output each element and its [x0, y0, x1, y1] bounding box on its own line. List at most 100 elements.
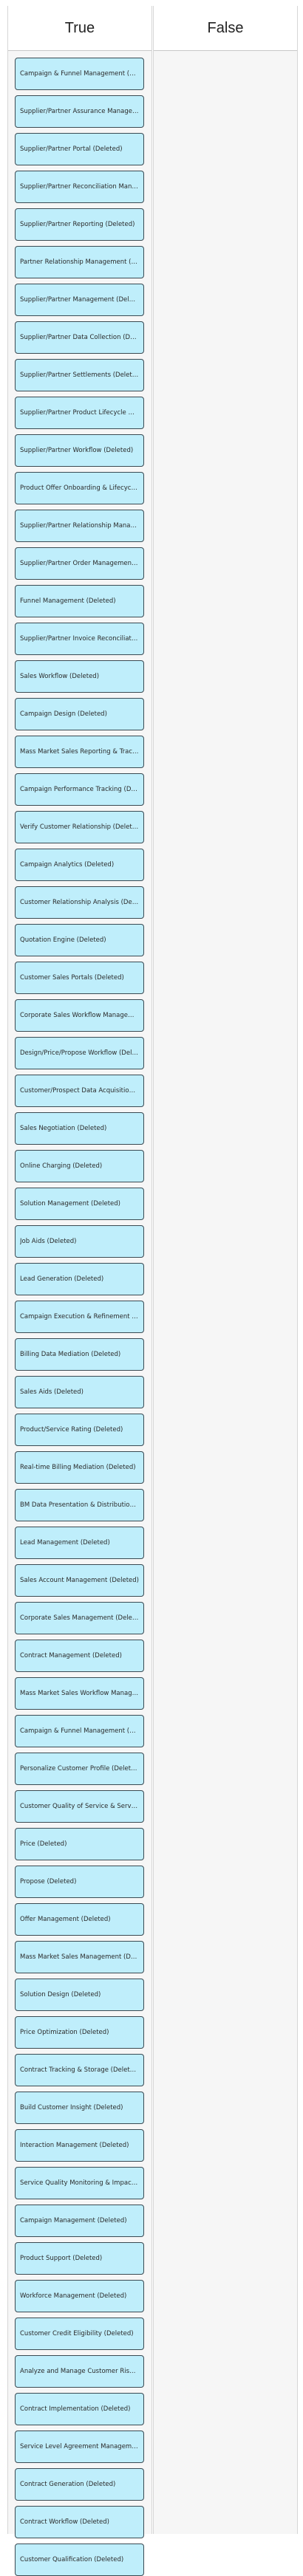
card-label: Campaign Performance Tracking (Deleted) [20, 786, 139, 793]
card[interactable]: Customer/Prospect Data Acquisition (Dele… [15, 1075, 144, 1107]
card-label: Supplier/Partner Reconciliation Manageme… [20, 183, 139, 191]
card[interactable]: Price Optimization (Deleted) [15, 2016, 144, 2049]
card[interactable]: Campaign Execution & Refinement (Deleted… [15, 1301, 144, 1333]
card[interactable]: Supplier/Partner Reconciliation Manageme… [15, 171, 144, 203]
card-label: Design/Price/Propose Workflow (Deleted) [20, 1049, 139, 1057]
card[interactable]: Campaign Management (Deleted) [15, 2205, 144, 2237]
card[interactable]: Campaign Design (Deleted) [15, 698, 144, 730]
card[interactable]: Supplier/Partner Reporting (Deleted) [15, 208, 144, 241]
card-label: Customer Credit Eligibility (Deleted) [20, 2330, 134, 2337]
card[interactable]: Contract Management (Deleted) [15, 1640, 144, 1672]
card[interactable]: Supplier/Partner Product Lifecycle Manag… [15, 397, 144, 429]
card-label: Supplier/Partner Settlements (Deleted) [20, 371, 139, 379]
card[interactable]: Verify Customer Relationship (Deleted) [15, 811, 144, 843]
card[interactable]: Funnel Management (Deleted) [15, 585, 144, 617]
card[interactable]: Mass Market Sales Reporting & Tracking (… [15, 736, 144, 768]
card[interactable]: Real-time Billing Mediation (Deleted) [15, 1451, 144, 1484]
card[interactable]: Propose (Deleted) [15, 1866, 144, 1898]
card[interactable]: Job Aids (Deleted) [15, 1225, 144, 1258]
card[interactable]: Workforce Management (Deleted) [15, 2280, 144, 2312]
card[interactable]: Price (Deleted) [15, 1828, 144, 1860]
card[interactable]: Service Quality Monitoring & Impact Anal… [15, 2167, 144, 2199]
card[interactable]: Sales Negotiation (Deleted) [15, 1112, 144, 1145]
card[interactable]: Solution Management (Deleted) [15, 1188, 144, 1220]
card[interactable]: Interaction Management (Deleted) [15, 2129, 144, 2162]
card[interactable]: Campaign & Funnel Management (Deleted) [15, 1715, 144, 1747]
card[interactable]: Supplier/Partner Settlements (Deleted) [15, 359, 144, 391]
card[interactable]: Sales Workflow (Deleted) [15, 660, 144, 693]
card[interactable]: Quotation Engine (Deleted) [15, 924, 144, 956]
card[interactable]: Customer Qualification (Deleted) [15, 2544, 144, 2576]
card[interactable]: Contract Tracking & Storage (Deleted) [15, 2054, 144, 2086]
card[interactable]: Supplier/Partner Assurance Management (D… [15, 95, 144, 128]
card[interactable]: Customer Sales Portals (Deleted) [15, 962, 144, 994]
card[interactable]: Customer Relationship Analysis (Deleted) [15, 886, 144, 919]
card[interactable]: Supplier/Partner Portal (Deleted) [15, 133, 144, 165]
card-label: Verify Customer Relationship (Deleted) [20, 823, 139, 831]
card-label: Contract Management (Deleted) [20, 1652, 122, 1659]
card[interactable]: Lead Generation (Deleted) [15, 1263, 144, 1295]
card-label: Sales Aids (Deleted) [20, 1388, 84, 1396]
card[interactable]: Offer Management (Deleted) [15, 1903, 144, 1936]
card-label: Offer Management (Deleted) [20, 1916, 111, 1923]
card-label: Campaign & Funnel Management (Deleted) [20, 1727, 139, 1735]
card[interactable]: Sales Aids (Deleted) [15, 1376, 144, 1408]
card[interactable]: Online Charging (Deleted) [15, 1150, 144, 1182]
card[interactable]: Contract Generation (Deleted) [15, 2468, 144, 2501]
card-label: Customer/Prospect Data Acquisition (Dele… [20, 1087, 139, 1095]
card[interactable]: Corporate Sales Workflow Management (Del… [15, 999, 144, 1032]
card[interactable]: Campaign & Funnel Management (Deleted) [15, 58, 144, 90]
column-header-false: False [154, 6, 297, 51]
card[interactable]: Mass Market Sales Workflow Management (D… [15, 1677, 144, 1710]
card-label: Customer Quality of Service & Service Le… [20, 1803, 139, 1810]
card[interactable]: Corporate Sales Management (Deleted) [15, 1602, 144, 1634]
card-label: Campaign Analytics (Deleted) [20, 861, 115, 869]
card-label: Corporate Sales Workflow Management (Del… [20, 1012, 139, 1019]
card[interactable]: Partner Relationship Management (Deleted… [15, 246, 144, 278]
card[interactable]: Build Customer Insight (Deleted) [15, 2092, 144, 2124]
card-label: Corporate Sales Management (Deleted) [20, 1614, 139, 1622]
card-label: Lead Generation (Deleted) [20, 1275, 104, 1283]
card-label: Customer Qualification (Deleted) [20, 2556, 124, 2563]
card[interactable]: BM Data Presentation & Distribution (Del… [15, 1489, 144, 1521]
card-label: Supplier/Partner Workflow (Deleted) [20, 447, 134, 454]
card[interactable]: Contract Workflow (Deleted) [15, 2506, 144, 2538]
card[interactable]: Customer Quality of Service & Service Le… [15, 1790, 144, 1823]
card[interactable]: Supplier/Partner Data Collection (Delete… [15, 321, 144, 354]
column-header-true: True [8, 6, 152, 51]
card-label: Funnel Management (Deleted) [20, 597, 116, 605]
card-label: Contract Generation (Deleted) [20, 2481, 116, 2488]
card[interactable]: Analyze and Manage Customer Risk (Delete… [15, 2355, 144, 2388]
card-label: Service Level Agreement Management (Dele… [20, 2443, 139, 2450]
card-label: Contract Workflow (Deleted) [20, 2518, 109, 2526]
card[interactable]: Lead Management (Deleted) [15, 1527, 144, 1559]
card[interactable]: Campaign Performance Tracking (Deleted) [15, 773, 144, 806]
card[interactable]: Supplier/Partner Workflow (Deleted) [15, 434, 144, 467]
card[interactable]: Mass Market Sales Management (Deleted) [15, 1941, 144, 1973]
card[interactable]: Supplier/Partner Invoice Reconciliation … [15, 623, 144, 655]
card[interactable]: Supplier/Partner Management (Deleted) [15, 284, 144, 316]
card-label: Supplier/Partner Product Lifecycle Manag… [20, 409, 139, 417]
card[interactable]: Design/Price/Propose Workflow (Deleted) [15, 1037, 144, 1069]
card[interactable]: Supplier/Partner Relationship Management… [15, 510, 144, 542]
card[interactable]: Contract Implementation (Deleted) [15, 2393, 144, 2425]
card[interactable]: Supplier/Partner Order Management (Delet… [15, 547, 144, 580]
card-label: Product/Service Rating (Deleted) [20, 1426, 123, 1433]
card[interactable]: Personalize Customer Profile (Deleted) [15, 1753, 144, 1785]
kanban-board: True Campaign & Funnel Management (Delet… [0, 0, 303, 2576]
card[interactable]: Customer Credit Eligibility (Deleted) [15, 2318, 144, 2350]
card[interactable]: Billing Data Mediation (Deleted) [15, 1338, 144, 1371]
card[interactable]: Product Support (Deleted) [15, 2242, 144, 2275]
card-label: Analyze and Manage Customer Risk (Delete… [20, 2368, 139, 2375]
card[interactable]: Sales Account Management (Deleted) [15, 1564, 144, 1597]
card-label: Contract Tracking & Storage (Deleted) [20, 2066, 139, 2074]
card-label: Supplier/Partner Portal (Deleted) [20, 145, 123, 153]
card[interactable]: Service Level Agreement Management (Dele… [15, 2431, 144, 2463]
card[interactable]: Campaign Analytics (Deleted) [15, 849, 144, 881]
card[interactable]: Solution Design (Deleted) [15, 1979, 144, 2011]
card-label: Customer Relationship Analysis (Deleted) [20, 899, 139, 906]
card[interactable]: Product/Service Rating (Deleted) [15, 1414, 144, 1446]
card[interactable]: Product Offer Onboarding & Lifecycle (De… [15, 472, 144, 504]
card-label: Campaign & Funnel Management (Deleted) [20, 70, 139, 78]
card-label: Interaction Management (Deleted) [20, 2142, 129, 2149]
